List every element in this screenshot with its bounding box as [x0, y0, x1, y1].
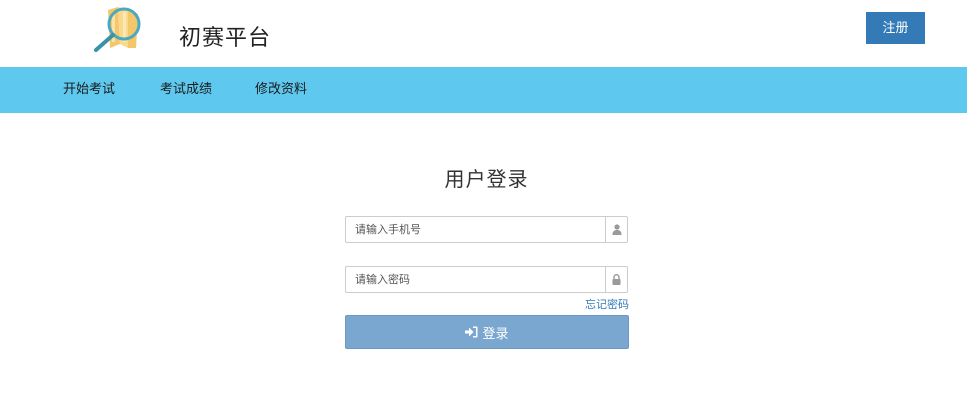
- user-icon: [605, 217, 627, 242]
- password-input[interactable]: [346, 267, 604, 292]
- nav-bar: 开始考试 考试成绩 修改资料: [0, 67, 967, 113]
- sign-in-icon: [465, 326, 478, 338]
- forgot-password-link[interactable]: 忘记密码: [560, 296, 629, 312]
- logo-icon: [90, 4, 146, 54]
- site-title: 初赛平台: [179, 26, 272, 51]
- login-title: 用户登录: [444, 167, 529, 191]
- phone-input-group: [345, 216, 628, 243]
- login-button-label: 登录: [482, 326, 509, 342]
- lock-icon: [605, 267, 627, 292]
- nav-item-edit-profile[interactable]: 修改资料: [255, 67, 307, 113]
- header: 初赛平台 注册: [0, 0, 967, 67]
- password-input-group: [345, 266, 628, 293]
- phone-input[interactable]: [346, 217, 604, 242]
- login-button[interactable]: 登录: [345, 315, 629, 349]
- nav-item-exam-results[interactable]: 考试成绩: [160, 67, 212, 113]
- nav-item-start-exam[interactable]: 开始考试: [63, 67, 115, 113]
- register-button[interactable]: 注册: [866, 12, 925, 44]
